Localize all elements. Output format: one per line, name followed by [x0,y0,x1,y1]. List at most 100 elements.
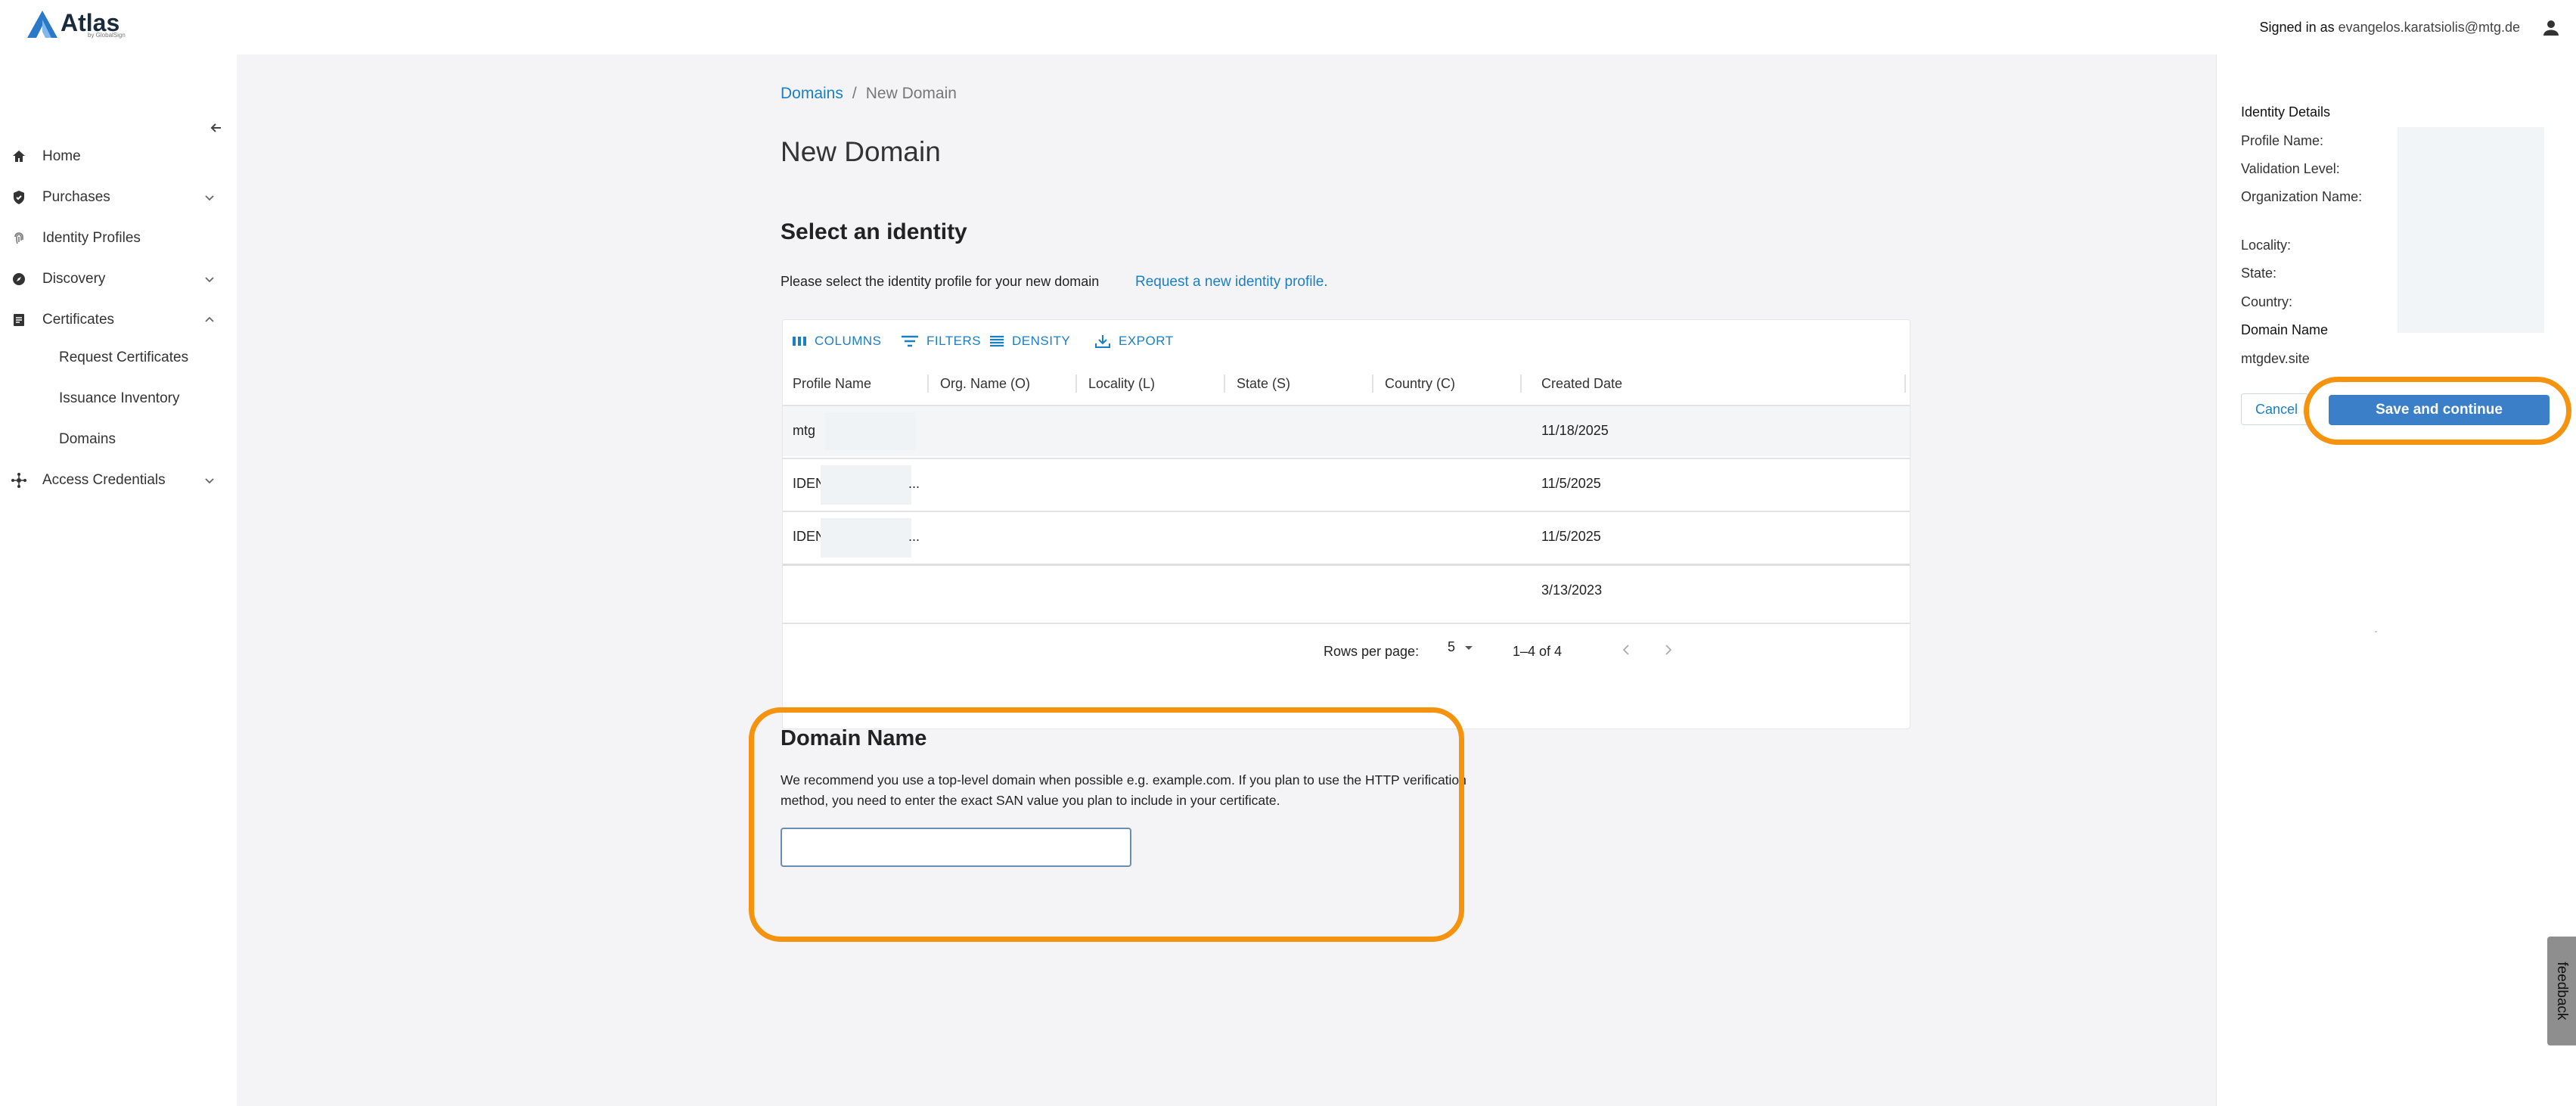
filters-button[interactable]: FILTERS [901,334,981,349]
filters-label: FILTERS [926,334,982,348]
column-header-created-date[interactable]: Created Date [1541,376,1622,392]
grid-pagination: Rows per page: 5 1–4 of 4 [783,623,1910,668]
chevron-right-icon[interactable] [1660,642,1675,657]
density-label: DENSITY [1012,334,1071,348]
table-row[interactable]: mtg 11/18/2025 [783,405,1910,456]
columns-button[interactable]: COLUMNS [792,334,882,349]
sidebar-item-label: Purchases [42,189,110,205]
cell-created-date: 11/18/2025 [1541,423,1609,438]
filter-icon [902,335,918,347]
fingerprint-icon [11,230,27,247]
sidebar-item-certificates[interactable]: Certificates [0,301,237,339]
sidebar-item-home[interactable]: Home [0,138,237,176]
column-separator[interactable] [1224,374,1225,393]
logo-subtitle: by GlobalSign [88,32,126,39]
sidebar-item-label: Discovery [42,271,106,287]
sidebar-item-label: Home [42,148,81,164]
document-icon [11,312,27,328]
density-button[interactable]: DENSITY [989,334,1070,349]
rows-per-page-select[interactable]: 5 [1448,639,1475,655]
sidebar-item-label: Certificates [42,312,115,328]
grid-header-row: Profile Name Org. Name (O) Locality (L) … [783,362,1910,405]
chevron-down-icon[interactable] [203,474,216,487]
save-and-continue-button[interactable]: Save and continue [2329,395,2550,425]
column-separator[interactable] [1372,374,1373,393]
chevron-down-icon[interactable] [203,191,216,204]
breadcrumb-separator: / [852,85,857,102]
cell-profile-name: mtg [793,423,816,438]
table-row[interactable]: IDEN ... 11/5/2025 [783,458,1910,509]
divider-dot [2375,631,2377,632]
column-separator[interactable] [1075,374,1077,393]
cancel-button[interactable]: Cancel [2241,393,2309,425]
request-identity-profile-link[interactable]: Request a new identity profile. [1135,274,1328,290]
breadcrumb: Domains / New Domain [781,85,957,103]
domain-name-label: Domain Name [2241,322,2329,337]
column-header-org-name[interactable]: Org. Name (O) [940,376,1030,392]
breadcrumb-domains-link[interactable]: Domains [781,85,843,102]
sidebar-item-discovery[interactable]: Discovery [0,260,237,298]
feedback-label: feedback [2554,962,2570,1021]
sidebar-item-label: Access Credentials [42,472,166,488]
columns-label: COLUMNS [815,334,882,348]
sidebar: Home Purchases Identity Profiles Discove… [0,54,237,1106]
compass-icon [11,271,27,287]
pagination-range: 1–4 of 4 [1513,644,1563,659]
breadcrumb-current: New Domain [865,85,957,102]
state-label: State: [2241,266,2277,281]
sidebar-item-purchases[interactable]: Purchases [0,179,237,216]
main-content: Domains / New Domain New Domain Select an … [237,54,2216,1106]
cell-created-date: 11/5/2025 [1541,529,1601,544]
chevron-down-icon[interactable] [203,272,216,286]
cell-ellipsis: ... [908,529,920,544]
columns-icon [793,337,806,346]
organization-name-label: Organization Name: [2241,189,2363,204]
atlas-logo-icon [27,11,57,38]
user-email: evangelos.karatsiolis@mtg.de [2338,20,2520,35]
locality-label: Locality: [2241,238,2292,253]
column-separator[interactable] [1520,374,1522,393]
column-header-profile-name[interactable]: Profile Name [793,376,871,392]
feedback-tab[interactable]: feedback [2547,937,2576,1045]
country-label: Country: [2241,294,2293,309]
identity-details-title: Identity Details [2241,104,2331,120]
column-header-country[interactable]: Country (C) [1385,376,1455,392]
cell-created-date: 11/5/2025 [1541,476,1601,491]
caret-down-icon [1465,645,1473,650]
column-header-locality[interactable]: Locality (L) [1088,376,1155,392]
export-button[interactable]: EXPORT [1094,334,1174,349]
sidebar-item-label: Identity Profiles [42,230,141,246]
table-row[interactable]: 3/13/2023 [783,564,1910,615]
column-separator[interactable] [927,374,929,393]
top-bar: Atlas by GlobalSign Signed in as evangel… [0,0,2576,54]
arrow-left-icon [210,123,221,132]
shield-icon [11,189,27,206]
rows-per-page-value: 5 [1448,639,1456,654]
network-icon [11,472,27,489]
domain-section-highlight [749,707,1464,942]
profile-name-label: Profile Name: [2241,133,2324,148]
redacted-area [821,518,911,558]
identity-profiles-grid: COLUMNS FILTERS DENSITY EXPORT Profile N… [782,319,1910,729]
chevron-left-icon[interactable] [1619,642,1634,657]
select-identity-description: Please select the identity profile for y… [781,274,1100,289]
domain-name-value: mtgdev.site [2241,351,2310,366]
density-icon [990,335,1004,347]
validation-level-label: Validation Level: [2241,161,2340,176]
sidebar-subitem-domains[interactable]: Domains [59,431,116,448]
sidebar-subitem-issuance-inventory[interactable]: Issuance Inventory [59,390,179,407]
user-account-icon[interactable] [2540,17,2562,39]
download-icon [1095,335,1110,348]
redacted-area [821,465,911,505]
redacted-area [2398,127,2544,333]
column-header-state[interactable]: State (S) [1237,376,1290,392]
grid-toolbar: COLUMNS FILTERS DENSITY EXPORT [783,320,1910,362]
sidebar-subitem-request-certificates[interactable]: Request Certificates [59,350,188,366]
redacted-area [825,412,916,450]
table-row[interactable]: IDEN ... 11/5/2025 [783,511,1910,562]
sidebar-item-access-credentials[interactable]: Access Credentials [0,461,237,499]
column-separator[interactable] [1904,374,1906,393]
chevron-up-icon[interactable] [203,313,216,327]
sidebar-item-identity-profiles[interactable]: Identity Profiles [0,219,237,257]
cell-ellipsis: ... [908,476,920,491]
